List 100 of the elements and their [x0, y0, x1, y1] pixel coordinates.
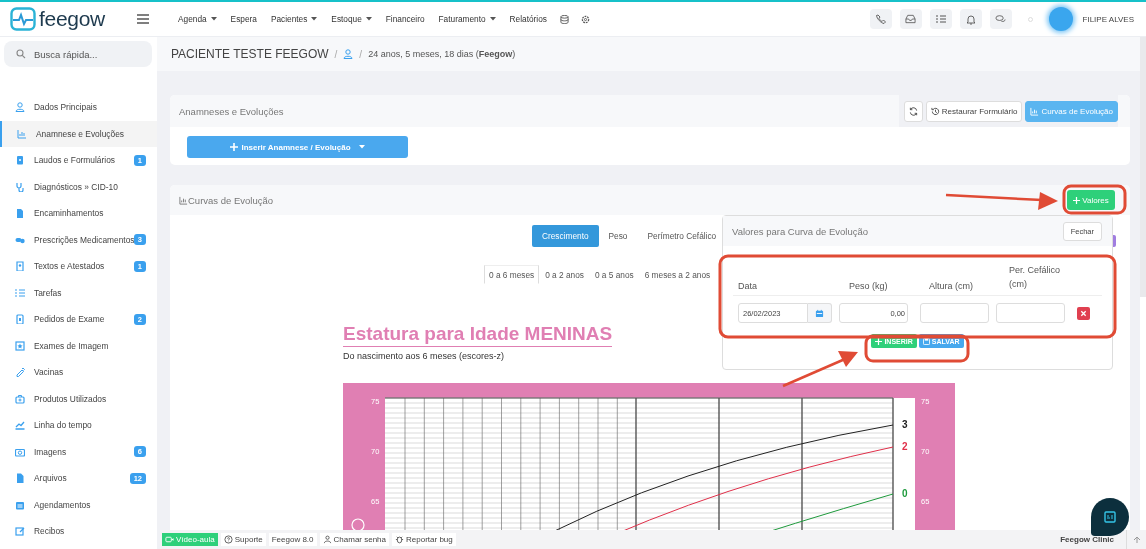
- delete-button[interactable]: [1077, 306, 1090, 320]
- item-label[interactable]: Linha do tempo: [34, 420, 92, 431]
- circle-icon[interactable]: [351, 518, 365, 532]
- bell-button[interactable]: [959, 9, 982, 29]
- item-icon: [15, 340, 25, 351]
- item-label[interactable]: Imagens: [34, 446, 67, 457]
- sidebar-item[interactable]: Encaminhamentos: [0, 200, 157, 227]
- column-header: Altura (cm): [928, 281, 974, 291]
- chart-icon: [179, 195, 188, 205]
- sidebar-item[interactable]: Produtos Utilizados: [0, 385, 157, 412]
- item-label[interactable]: Diagnósticos » CID-10: [34, 181, 118, 192]
- item-icon: [15, 526, 25, 537]
- item-label[interactable]: Produtos Utilizados: [34, 393, 107, 404]
- user-icon[interactable]: [343, 49, 354, 59]
- chat-icon: [995, 14, 1007, 24]
- chart-subtitle: Do nascimento aos 6 meses (escores-z): [343, 351, 505, 361]
- task-list-button[interactable]: [929, 9, 952, 29]
- item-label[interactable]: Laudos e Formulários: [34, 155, 115, 166]
- item-label[interactable]: Vacinas: [34, 367, 64, 378]
- height-field[interactable]: [920, 303, 989, 323]
- menu-icon[interactable]: [137, 14, 149, 24]
- chart-title: Estatura para Idade MENINAS: [343, 323, 613, 347]
- database-icon[interactable]: [559, 14, 569, 24]
- bug-icon: [395, 535, 405, 544]
- range-tab[interactable]: 0 a 5 anos: [589, 265, 639, 284]
- person-icon: [322, 535, 332, 544]
- item-label[interactable]: Anamnese e Evoluções: [36, 128, 124, 139]
- item-label[interactable]: Prescrições Medicamentos: [34, 234, 135, 245]
- item-label[interactable]: Textos e Atestados: [34, 261, 105, 272]
- arrow-up-icon: [1132, 535, 1141, 544]
- caret-icon: [358, 145, 365, 149]
- card-title: Anamneses e Evoluções: [179, 105, 285, 117]
- footer-link[interactable]: Feegow 8.0: [268, 533, 317, 546]
- head-circumference-field[interactable]: [996, 303, 1065, 323]
- plus-icon: [1073, 196, 1081, 204]
- close-icon: [1080, 309, 1087, 317]
- phone-button[interactable]: [869, 9, 892, 29]
- settings-icon[interactable]: [580, 14, 590, 24]
- chart-tab[interactable]: Perímetro Cefálico: [637, 225, 727, 247]
- footer-link[interactable]: Suporte: [220, 533, 266, 546]
- item-icon: [15, 155, 25, 166]
- column-header: Data: [737, 281, 758, 291]
- curve-label: 2: [902, 441, 908, 452]
- nav-item[interactable]: Faturamento: [431, 14, 503, 24]
- chart-tab[interactable]: Peso: [598, 225, 638, 247]
- nav-item[interactable]: Pacientes: [263, 14, 325, 24]
- sidebar-item[interactable]: Dados Principais: [0, 94, 157, 121]
- nav-item[interactable]: Agenda: [171, 14, 224, 24]
- sidebar-item[interactable]: Diagnósticos » CID-10: [0, 173, 157, 200]
- avatar[interactable]: [1048, 7, 1073, 31]
- range-tab[interactable]: 0 a 2 anos: [540, 265, 589, 284]
- user-name[interactable]: FILIPE ALVES: [1082, 14, 1134, 24]
- patient-name[interactable]: PACIENTE TESTE FEEGOW: [171, 47, 329, 61]
- sidebar-item[interactable]: Recibos: [0, 518, 157, 545]
- item-label[interactable]: Recibos: [34, 526, 65, 537]
- footer-link[interactable]: Reportar bug: [392, 533, 456, 546]
- item-icon: [15, 261, 25, 272]
- sidebar-item[interactable]: Anamnese e Evoluções: [0, 120, 157, 147]
- nav-item[interactable]: Espera: [223, 14, 264, 24]
- sidebar-item[interactable]: Linha do tempo: [0, 412, 157, 439]
- calendar-button[interactable]: [808, 303, 832, 323]
- sidebar-item[interactable]: Vacinas: [0, 359, 157, 386]
- sidebar-item[interactable]: Exames de Imagem: [0, 332, 157, 359]
- restore-form-button[interactable]: Restaurar Formulário: [925, 100, 1023, 122]
- footer-link[interactable]: Chamar senha: [319, 533, 390, 546]
- item-icon: [15, 499, 25, 510]
- item-icon: [15, 208, 25, 219]
- item-label[interactable]: Agendamentos: [34, 499, 91, 510]
- range-tab[interactable]: 6 meses a 2 anos: [639, 265, 716, 284]
- nav-item[interactable]: Relatórios: [502, 14, 554, 24]
- item-label[interactable]: Arquivos: [34, 473, 67, 484]
- nav-item[interactable]: Financeiro: [378, 14, 432, 24]
- item-icon: [17, 128, 27, 139]
- column-header: Per. Cefálico (cm): [1008, 264, 1062, 291]
- range-tab[interactable]: 0 a 6 meses: [484, 265, 540, 284]
- refresh-button[interactable]: [903, 100, 923, 122]
- item-icon: [15, 393, 25, 404]
- plus-icon: [230, 143, 239, 151]
- sidebar-item[interactable]: Tarefas: [0, 279, 157, 306]
- sidebar-item[interactable]: Agendamentos: [0, 491, 157, 518]
- item-label[interactable]: Pedidos de Exame: [34, 314, 105, 325]
- chat-button[interactable]: [989, 9, 1012, 29]
- list-icon: [935, 14, 946, 24]
- item-label[interactable]: Encaminhamentos: [34, 208, 104, 219]
- nav-item[interactable]: Estoque: [324, 14, 379, 24]
- bell-icon: [965, 13, 976, 25]
- phone-icon: [875, 14, 886, 24]
- plus-icon: [875, 337, 883, 345]
- item-label[interactable]: Tarefas: [34, 287, 62, 298]
- logo-text: feegow: [39, 7, 105, 31]
- item-label[interactable]: Dados Principais: [34, 102, 97, 113]
- chart-icon: [1030, 106, 1040, 116]
- column-header: Peso (kg): [848, 281, 889, 291]
- search-field[interactable]: Busca rápida...: [4, 41, 152, 67]
- item-label[interactable]: Exames de Imagem: [34, 340, 109, 351]
- item-icon: [15, 181, 25, 192]
- inbox-button[interactable]: [899, 9, 922, 29]
- chat-icon: [1104, 511, 1116, 523]
- history-icon: [930, 106, 940, 116]
- separator: /: [359, 48, 363, 60]
